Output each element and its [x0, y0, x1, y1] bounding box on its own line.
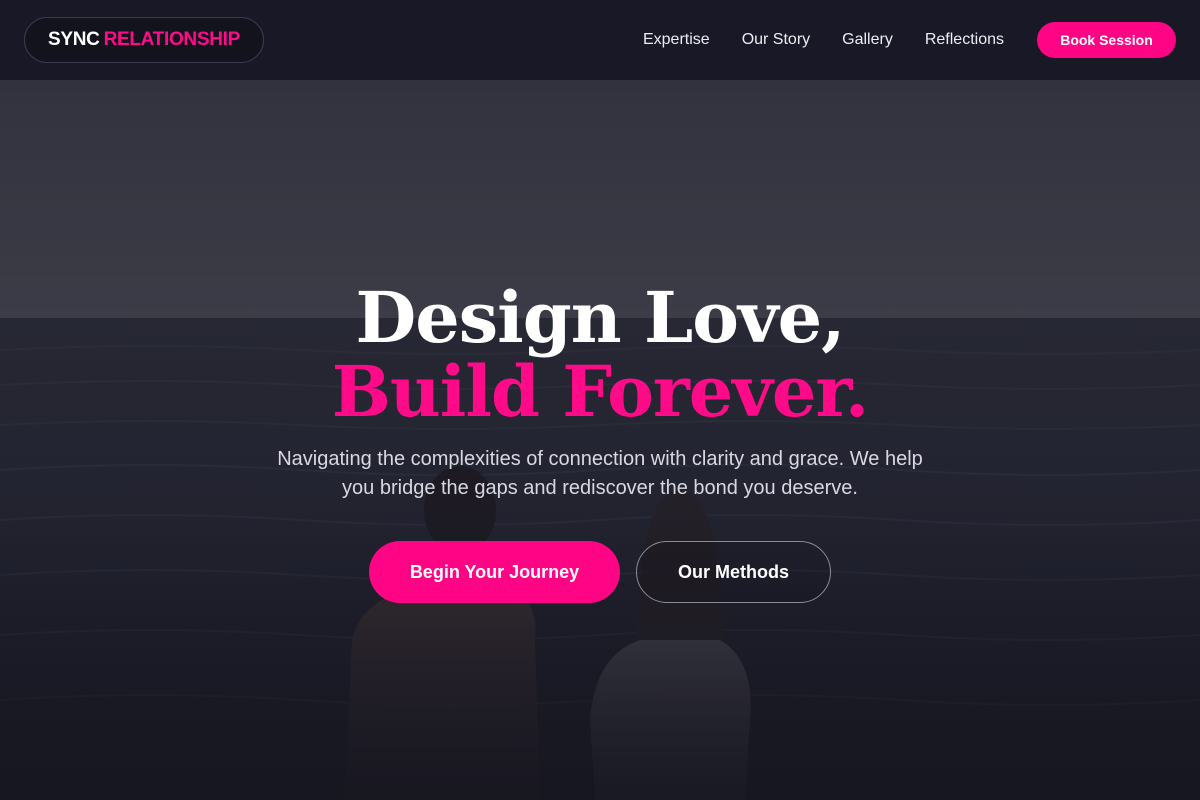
our-methods-button[interactable]: Our Methods: [636, 541, 831, 603]
nav-link-expertise[interactable]: Expertise: [643, 32, 710, 48]
nav-link-our-story[interactable]: Our Story: [742, 32, 810, 48]
site-header: SYNC RELATIONSHIP Expertise Our Story Ga…: [0, 0, 1200, 80]
main-nav: Expertise Our Story Gallery Reflections: [611, 0, 1004, 80]
brand-name-primary: SYNC: [47, 29, 100, 50]
book-session-button[interactable]: Book Session: [1037, 22, 1176, 58]
nav-link-gallery[interactable]: Gallery: [842, 32, 893, 48]
hero-content: Design Love, Build Forever. Navigating t…: [0, 80, 1200, 800]
hero-section: Design Love, Build Forever. Navigating t…: [0, 80, 1200, 800]
hero-subtitle: Navigating the complexities of connectio…: [277, 448, 923, 499]
brand-logo[interactable]: SYNC RELATIONSHIP: [24, 17, 264, 63]
brand-name-accent: RELATIONSHIP: [103, 29, 241, 50]
begin-journey-button[interactable]: Begin Your Journey: [369, 541, 620, 603]
nav-link-reflections[interactable]: Reflections: [925, 32, 1004, 48]
hero-headline-line-1: Design Love,: [355, 276, 846, 359]
hero-headline-line-2: Build Forever.: [331, 350, 870, 433]
